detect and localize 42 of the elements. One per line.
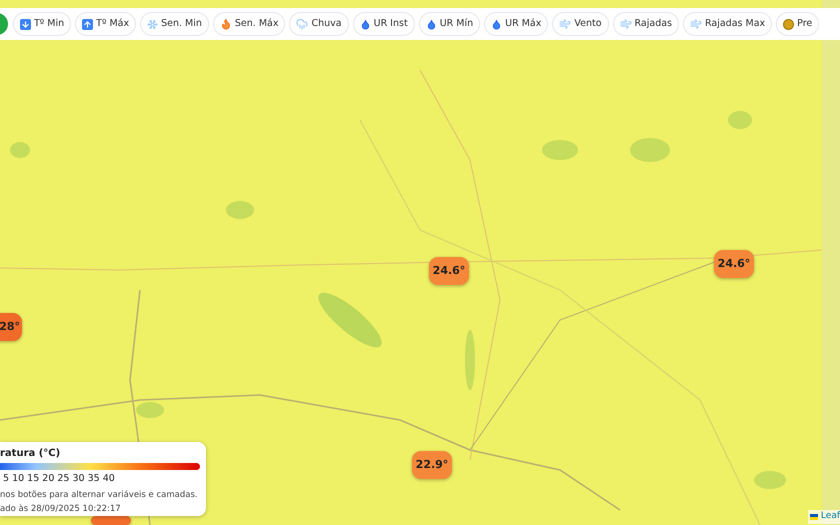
snowflake-icon — [147, 18, 158, 30]
layer-button[interactable]: Tº Min — [13, 12, 72, 36]
vegetation-patch — [10, 142, 30, 158]
vegetation-patch — [728, 111, 752, 129]
vegetation-patch — [754, 471, 786, 489]
flame-icon — [220, 18, 232, 30]
rain-cloud-icon — [296, 18, 308, 30]
coin-icon — [783, 18, 794, 30]
temperature-marker[interactable]: 24.6° — [429, 257, 469, 285]
temperature-marker[interactable]: 22.9° — [412, 451, 452, 479]
layer-button[interactable]: Vento — [552, 12, 609, 36]
layer-button[interactable]: Sen. Min — [140, 12, 209, 36]
temperature-marker[interactable] — [91, 516, 131, 525]
layer-button[interactable]: UR Máx — [484, 12, 548, 36]
temperature-marker[interactable]: 28° — [0, 313, 22, 341]
legend-title: ratura (°C) — [0, 447, 60, 461]
wind-icon — [620, 18, 632, 30]
vegetation-patch — [136, 402, 164, 418]
legend-hint: nos botões para alternar variáveis e camadas. — [0, 488, 198, 502]
layer-button[interactable]: Pre — [776, 12, 820, 36]
lake — [318, 292, 382, 348]
layer-button[interactable]: Rajadas Max — [683, 12, 772, 36]
droplet-icon — [491, 18, 502, 30]
update-time: ado às 28/09/2025 10:22:17 — [0, 503, 121, 516]
layer-button[interactable]: Tº Máx — [75, 12, 136, 36]
droplet-icon — [426, 18, 437, 30]
vegetation-patch — [630, 138, 670, 162]
layer-button[interactable]: Chuva — [289, 12, 349, 36]
legend-scale: 5 10 15 20 25 30 35 40 — [2, 472, 115, 486]
layer-button[interactable]: Sen. Máx — [212, 12, 286, 36]
attribution-link[interactable]: Leaf — [820, 510, 840, 524]
layer-button[interactable]: Rajadas — [612, 12, 679, 36]
vegetation-patch — [465, 330, 475, 390]
temperature-marker[interactable]: 24.6° — [714, 250, 754, 278]
flag-icon — [810, 514, 818, 520]
droplet-icon — [360, 18, 371, 30]
wind-icon — [559, 18, 572, 30]
layer-button[interactable]: UR Inst — [352, 12, 415, 36]
wind-icon — [690, 18, 702, 30]
vegetation-patch — [542, 140, 578, 160]
vegetation-patch — [226, 201, 254, 219]
layer-button[interactable]: UR Mín — [418, 12, 480, 36]
